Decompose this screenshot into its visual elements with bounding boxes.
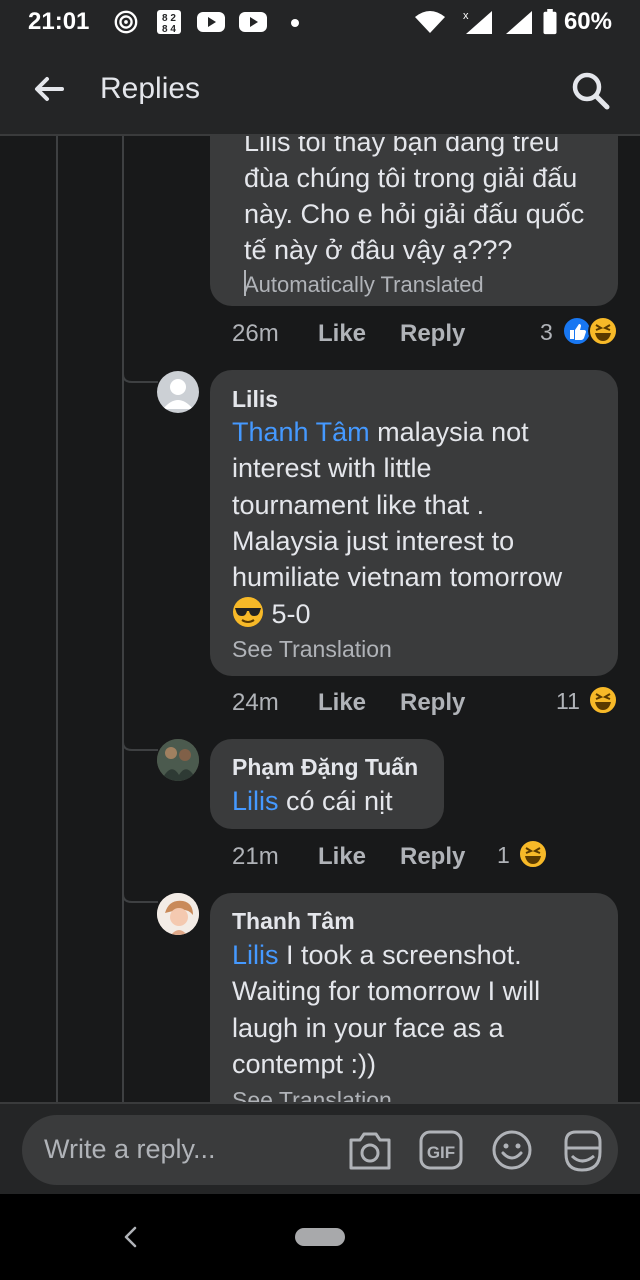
- svg-text:8 2: 8 2: [162, 13, 176, 24]
- signal-icon: [506, 11, 532, 34]
- comment-text: malaysia not: [369, 417, 529, 447]
- comment-text-line: contempt :)): [232, 1049, 377, 1079]
- mention-link[interactable]: Lilis: [232, 940, 279, 970]
- avatar[interactable]: [157, 371, 199, 413]
- reactions-count[interactable]: 3: [540, 319, 553, 346]
- sunglasses-emoji-icon: [233, 597, 263, 627]
- comment-text-line: Thanh Tâm malaysia not: [232, 414, 529, 450]
- thread-line: [56, 136, 58, 1102]
- app-icon: 8 28 4: [157, 10, 181, 35]
- comment-text: I took a screenshot.: [278, 940, 522, 970]
- replies-thread[interactable]: Lilis tôi thấy bạn đang trêu đùa chúng t…: [0, 136, 640, 1102]
- like-button[interactable]: Like: [318, 320, 366, 348]
- comment-bubble[interactable]: Lilis tôi thấy bạn đang trêu đùa chúng t…: [210, 136, 618, 306]
- status-bar: 21:01 8 28 4 x 60%: [0, 0, 640, 46]
- haha-reaction-icon: [518, 839, 548, 869]
- youtube-icon: [239, 12, 267, 32]
- thread-line: [122, 136, 124, 1102]
- see-translation-link[interactable]: See Translation: [232, 636, 392, 663]
- comment-text-line: Lilis có cái nịt: [232, 783, 393, 819]
- comment-text-line: Lilis I took a screenshot.: [232, 937, 522, 973]
- emoji-icon[interactable]: [490, 1128, 534, 1172]
- see-translation-link[interactable]: See Translation: [232, 1087, 392, 1102]
- hotspot-icon: [114, 10, 138, 34]
- status-time: 21:01: [28, 8, 90, 35]
- comment-time: 26m: [232, 320, 279, 347]
- thread-connector: [122, 724, 158, 751]
- battery-icon: [543, 9, 557, 35]
- comment-author[interactable]: Phạm Đặng Tuấn: [232, 754, 418, 781]
- comment-bubble[interactable]: Thanh Tâm Lilis I took a screenshot. Wai…: [210, 893, 618, 1102]
- thread-connector: [122, 876, 158, 903]
- comment-text-line: này. Cho e hỏi giải đấu quốc: [244, 199, 585, 229]
- comment-text: 5-0: [264, 599, 311, 629]
- comment-time: 24m: [232, 689, 279, 716]
- comment-text-line: tournament like that .: [232, 490, 485, 520]
- comment-text-line: laugh in your face as a: [232, 1013, 504, 1043]
- dot-icon: [291, 19, 299, 27]
- reactions-count[interactable]: 11: [556, 688, 580, 715]
- translation-note: Automatically Translated: [244, 272, 484, 297]
- sticker-icon[interactable]: [560, 1128, 606, 1174]
- gif-icon[interactable]: GIF: [418, 1128, 464, 1172]
- svg-text:GIF: GIF: [427, 1143, 455, 1162]
- comment-author[interactable]: Lilis: [232, 386, 278, 413]
- reply-button[interactable]: Reply: [400, 689, 465, 717]
- camera-icon[interactable]: [347, 1128, 393, 1172]
- mention-link[interactable]: Lilis: [232, 786, 279, 816]
- app-header: Replies: [0, 46, 640, 136]
- comment-bubble[interactable]: Phạm Đặng Tuấn Lilis có cái nịt: [210, 739, 444, 829]
- like-button[interactable]: Like: [318, 689, 366, 717]
- comment-text-line: tế này ở đâu vậy ạ???: [244, 235, 513, 265]
- comment-time: 21m: [232, 843, 279, 870]
- comment-text-line: đùa chúng tôi trong giải đấu: [244, 163, 578, 193]
- reply-button[interactable]: Reply: [400, 320, 465, 348]
- reply-composer: Write a reply... GIF: [0, 1102, 640, 1196]
- comment-bubble[interactable]: Lilis Thanh Tâm malaysia not interest wi…: [210, 370, 618, 676]
- wifi-icon: [415, 11, 445, 33]
- reply-button[interactable]: Reply: [400, 843, 465, 871]
- comment-text: có cái nịt: [278, 786, 393, 816]
- haha-reaction-icon: [588, 316, 618, 346]
- comment-text-line: humiliate vietnam tomorrow: [232, 562, 563, 592]
- haha-reaction-icon: [588, 685, 618, 715]
- page-title: Replies: [100, 72, 201, 105]
- comment-text-line: Lilis tôi thấy bạn đang trêu: [244, 136, 560, 157]
- comment-text-line: Waiting for tomorrow I will: [232, 976, 541, 1006]
- thread-connector: [122, 356, 158, 383]
- comment-author[interactable]: Thanh Tâm: [232, 908, 355, 935]
- signal-icon: x: [463, 10, 492, 34]
- comment-text-line: interest with little: [232, 453, 432, 483]
- reactions-count[interactable]: 1: [497, 842, 510, 869]
- reply-input-placeholder[interactable]: Write a reply...: [44, 1134, 216, 1165]
- comment-text-line: Malaysia just interest to: [232, 526, 515, 556]
- svg-text:8 4: 8 4: [162, 24, 176, 35]
- comment-text-line: 5-0: [232, 596, 311, 632]
- battery-percent: 60%: [563, 8, 612, 35]
- system-nav-bar: [0, 1194, 640, 1280]
- mention-link[interactable]: Thanh Tâm: [232, 417, 370, 447]
- chevron-left-icon[interactable]: [122, 1226, 140, 1248]
- svg-text:x: x: [463, 10, 469, 22]
- home-pill-icon[interactable]: [295, 1228, 345, 1246]
- arrow-left-icon[interactable]: [32, 72, 66, 106]
- youtube-icon: [197, 12, 225, 32]
- avatar[interactable]: [157, 739, 199, 781]
- search-icon[interactable]: [568, 68, 612, 112]
- avatar[interactable]: [157, 893, 199, 935]
- like-button[interactable]: Like: [318, 843, 366, 871]
